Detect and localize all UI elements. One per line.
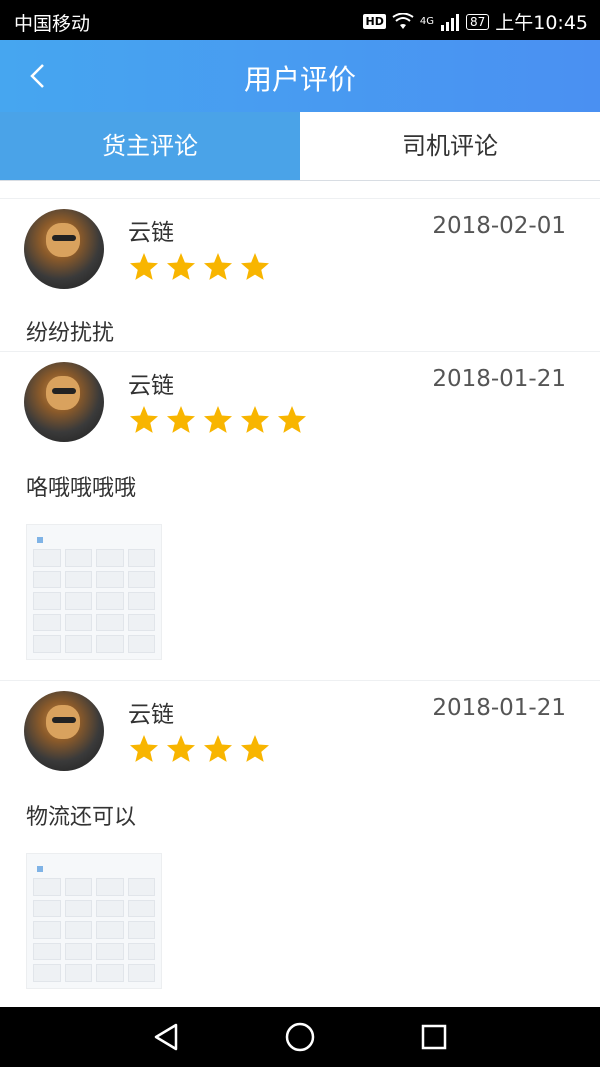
review-item: 云链 2018-01-21 咯哦哦哦哦 bbox=[0, 351, 600, 680]
signal-icon bbox=[440, 13, 459, 31]
review-item: 云链 2018-01-21 物流还可以 bbox=[0, 680, 600, 1011]
hd-icon: HD bbox=[363, 14, 386, 29]
star-icon bbox=[167, 253, 195, 280]
triangle-back-icon[interactable] bbox=[150, 1021, 182, 1053]
clock: 上午10:45 bbox=[495, 12, 588, 34]
review-date: 2018-02-01 bbox=[432, 213, 566, 239]
page-title: 用户评价 bbox=[243, 63, 356, 96]
reviewer-name: 云链 bbox=[128, 702, 174, 728]
star-icon bbox=[130, 735, 158, 762]
review-image-thumbnail[interactable] bbox=[26, 853, 162, 989]
star-icon bbox=[241, 253, 269, 280]
avatar bbox=[24, 691, 104, 771]
review-comment: 咯哦哦哦哦 bbox=[26, 476, 137, 501]
status-icons: HD 4G 87 上午10:45 bbox=[363, 8, 588, 35]
star-rating bbox=[128, 733, 271, 765]
app-header: 用户评价 bbox=[0, 40, 600, 112]
star-rating bbox=[128, 251, 271, 283]
review-date: 2018-01-21 bbox=[432, 695, 566, 721]
circle-home-icon[interactable] bbox=[284, 1021, 316, 1053]
review-image-thumbnail[interactable] bbox=[26, 524, 162, 660]
network-type: 4G bbox=[419, 16, 434, 27]
reviewer-name: 云链 bbox=[128, 373, 174, 399]
star-icon bbox=[167, 735, 195, 762]
wifi-icon bbox=[392, 12, 414, 29]
tab-bar: 货主评论 司机评论 bbox=[0, 112, 600, 181]
star-icon bbox=[204, 253, 232, 280]
review-list: 云链 2018-02-01 纷纷扰扰 云链 2018-01-21 咯哦哦哦哦 云… bbox=[0, 198, 600, 1011]
square-recent-icon[interactable] bbox=[418, 1021, 450, 1053]
star-rating bbox=[128, 404, 308, 436]
star-icon bbox=[204, 406, 232, 433]
status-bar: 中国移动 HD 4G 87 上午10:45 bbox=[0, 0, 600, 40]
tab-shipper-reviews[interactable]: 货主评论 bbox=[0, 112, 300, 180]
star-icon bbox=[130, 406, 158, 433]
star-icon bbox=[241, 735, 269, 762]
avatar bbox=[24, 209, 104, 289]
reviewer-name: 云链 bbox=[128, 220, 174, 246]
review-comment: 物流还可以 bbox=[26, 805, 137, 830]
star-icon bbox=[167, 406, 195, 433]
star-icon bbox=[130, 253, 158, 280]
battery-icon: 87 bbox=[465, 13, 490, 30]
tab-driver-reviews[interactable]: 司机评论 bbox=[300, 112, 600, 180]
star-icon bbox=[241, 406, 269, 433]
review-date: 2018-01-21 bbox=[432, 366, 566, 392]
system-nav-bar bbox=[0, 1007, 600, 1067]
review-comment: 纷纷扰扰 bbox=[26, 321, 115, 346]
avatar bbox=[24, 362, 104, 442]
carrier-name: 中国移动 bbox=[14, 13, 91, 35]
star-icon bbox=[204, 735, 232, 762]
review-item: 云链 2018-02-01 纷纷扰扰 bbox=[0, 198, 600, 351]
star-icon bbox=[278, 406, 306, 433]
